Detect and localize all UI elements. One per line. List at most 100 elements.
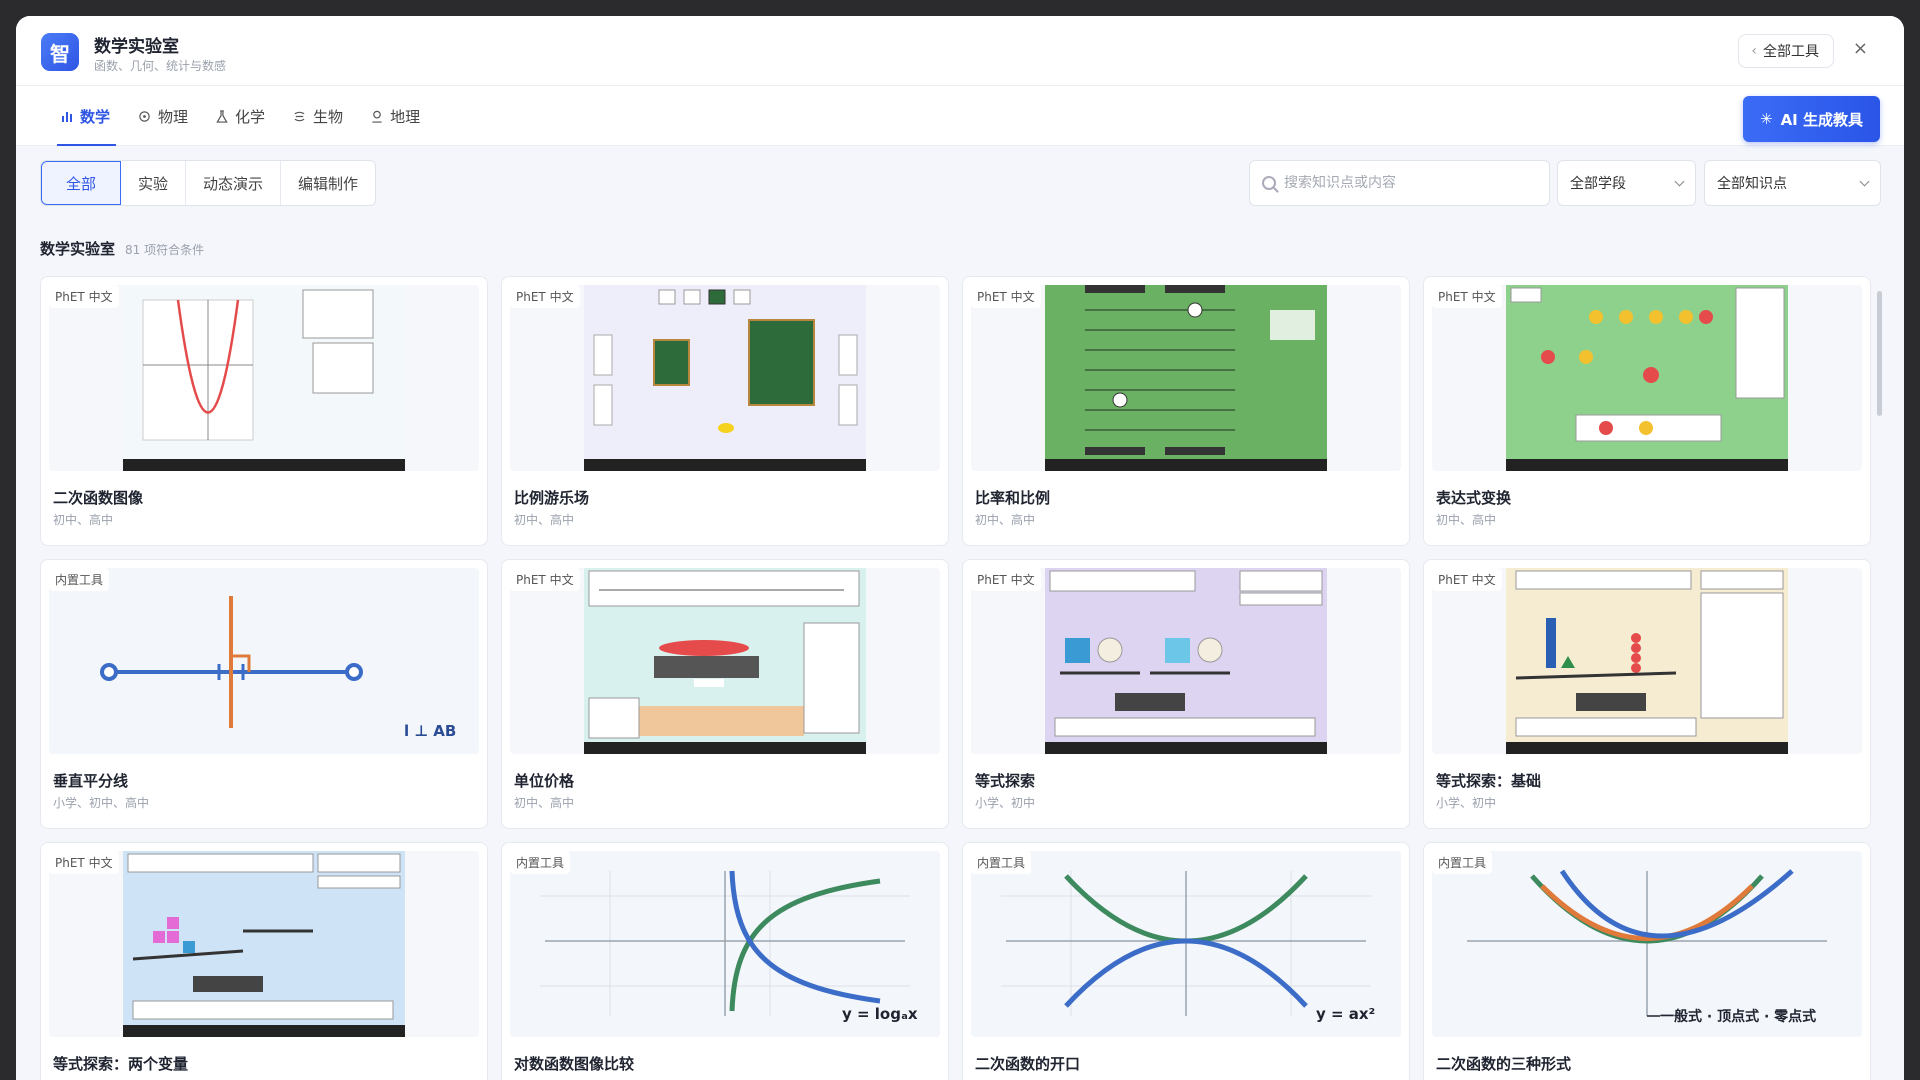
- subject-tabbar: 数学 物理 化学 生物 地理 ✳ AI 生成教具: [16, 86, 1904, 146]
- knowledge-select-value: 全部知识点: [1717, 176, 1787, 192]
- sim-screenshot: [1045, 285, 1327, 471]
- flask-icon: [216, 109, 228, 123]
- tab-math[interactable]: 数学: [51, 86, 122, 146]
- card-thumbnail: [510, 285, 940, 471]
- tool-card[interactable]: PhET 中文 等式探索 小学、初中: [962, 559, 1410, 829]
- source-badge: PhET 中文: [1432, 285, 1502, 308]
- tool-card[interactable]: PhET 中文 表达式变换 初中、高中: [1423, 276, 1871, 546]
- card-thumbnail: [971, 285, 1401, 471]
- quadratic-forms-diagram: 一般式 · 顶点式 · 零点式: [1467, 869, 1827, 1025]
- source-badge: 内置工具: [971, 851, 1032, 874]
- sparkle-icon: ✳: [1760, 110, 1773, 128]
- card-grades: 小学、初中: [975, 796, 1036, 810]
- card-thumbnail: l ⊥ AB: [49, 568, 479, 754]
- card-title: 比率和比例: [975, 489, 1051, 507]
- card-thumbnail: y = logₐx: [510, 851, 940, 1037]
- filter-bar: 全部 实验 动态演示 编辑制作 全部学段 全部知识点: [16, 146, 1904, 220]
- source-badge: 内置工具: [510, 851, 571, 874]
- subject-tabs: 数学 物理 化学 生物 地理: [51, 86, 438, 146]
- card-grades: 初中、高中: [53, 513, 114, 527]
- sim-screenshot: [584, 285, 866, 471]
- knowledge-select[interactable]: 全部知识点: [1704, 160, 1881, 206]
- card-grades: 小学、初中: [1436, 796, 1497, 810]
- sim-screenshot: [1506, 285, 1788, 471]
- card-title: 对数函数图像比较: [514, 1055, 635, 1073]
- source-badge: PhET 中文: [49, 285, 119, 308]
- search-input[interactable]: [1284, 175, 1524, 191]
- card-grades: 初中、高中: [514, 796, 575, 810]
- card-title: 等式探索: [975, 772, 1036, 790]
- search-icon: [1262, 176, 1276, 190]
- segment-experiment[interactable]: 实验: [121, 161, 187, 205]
- tab-label: 生物: [313, 107, 344, 126]
- diagram-label: y = ax²: [1316, 1005, 1375, 1023]
- card-grades: 初中、高中: [514, 513, 575, 527]
- tool-card[interactable]: y = ax² 内置工具 二次函数的开口: [962, 842, 1410, 1080]
- section-header: 数学实验室 81 项符合条件: [40, 238, 204, 259]
- map-pin-icon: [372, 110, 382, 123]
- type-segmented-control: 全部 实验 动态演示 编辑制作: [40, 160, 377, 206]
- source-badge: PhET 中文: [510, 285, 580, 308]
- tab-geography[interactable]: 地理: [361, 86, 432, 146]
- tab-chemistry[interactable]: 化学: [206, 86, 277, 146]
- parabola-opening-diagram: y = ax²: [1001, 871, 1375, 1023]
- app-header: 智 数学实验室 函数、几何、统计与数感 ‹ 全部工具 ×: [16, 16, 1904, 86]
- tool-card[interactable]: l ⊥ AB 内置工具 垂直平分线 小学、初中、高中: [40, 559, 488, 829]
- card-title: 表达式变换: [1436, 489, 1512, 507]
- tab-label: 数学: [80, 107, 111, 126]
- tool-card[interactable]: 一般式 · 顶点式 · 零点式 内置工具 二次函数的三种形式: [1423, 842, 1871, 1080]
- atom-icon: [139, 110, 150, 122]
- card-thumbnail: [49, 285, 479, 471]
- sim-screenshot: [1045, 568, 1327, 754]
- bar-chart-icon: [62, 112, 72, 122]
- card-thumbnail: [510, 568, 940, 754]
- card-grades: 初中、高中: [1436, 513, 1497, 527]
- close-icon[interactable]: ×: [1853, 38, 1868, 59]
- ai-button-label: AI 生成教具: [1780, 110, 1863, 129]
- source-badge: PhET 中文: [49, 851, 119, 874]
- card-title: 垂直平分线: [53, 772, 129, 790]
- card-thumbnail: [1432, 568, 1862, 754]
- card-thumbnail: 一般式 · 顶点式 · 零点式: [1432, 851, 1862, 1037]
- diagram-label: 一般式 · 顶点式 · 零点式: [1660, 1008, 1816, 1025]
- card-thumbnail: [971, 568, 1401, 754]
- segment-animation[interactable]: 动态演示: [186, 161, 282, 205]
- tool-card[interactable]: y = logₐx 内置工具 对数函数图像比较: [501, 842, 949, 1080]
- tool-card[interactable]: PhET 中文 单位价格 初中、高中: [501, 559, 949, 829]
- perpendicular-bisector-diagram: l ⊥ AB: [100, 596, 456, 740]
- segment-editor[interactable]: 编辑制作: [281, 161, 375, 205]
- ai-generate-button[interactable]: ✳ AI 生成教具: [1743, 96, 1880, 142]
- app-title: 数学实验室: [94, 37, 179, 57]
- result-count: 81 项符合条件: [125, 243, 205, 257]
- app-logo: 智: [41, 33, 79, 71]
- card-title: 二次函数的三种形式: [1436, 1055, 1572, 1073]
- tool-card[interactable]: PhET 中文 等式探索：基础 小学、初中: [1423, 559, 1871, 829]
- card-grades: 初中、高中: [975, 513, 1036, 527]
- card-thumbnail: [1432, 285, 1862, 471]
- all-tools-button[interactable]: ‹ 全部工具: [1738, 34, 1834, 68]
- diagram-label: y = logₐx: [842, 1005, 918, 1023]
- scrollbar-thumb[interactable]: [1877, 291, 1882, 416]
- sim-screenshot: [123, 285, 405, 471]
- tool-card[interactable]: PhET 中文 比率和比例 初中、高中: [962, 276, 1410, 546]
- tool-card[interactable]: PhET 中文 二次函数图像 初中、高中: [40, 276, 488, 546]
- tab-biology[interactable]: 生物: [283, 86, 355, 146]
- chevron-left-icon: ‹: [1751, 43, 1757, 59]
- segment-all[interactable]: 全部: [41, 161, 121, 205]
- source-badge: 内置工具: [49, 568, 110, 591]
- tab-label: 地理: [390, 107, 421, 126]
- stage-select[interactable]: 全部学段: [1557, 160, 1696, 206]
- log-function-diagram: y = logₐx: [540, 870, 918, 1023]
- card-title: 二次函数的开口: [975, 1055, 1081, 1073]
- tab-label: 化学: [235, 107, 266, 126]
- card-thumbnail: y = ax²: [971, 851, 1401, 1037]
- chevron-down-icon: [1674, 176, 1685, 186]
- card-title: 等式探索：两个变量: [53, 1055, 189, 1073]
- tab-label: 物理: [158, 107, 189, 126]
- card-title: 单位价格: [514, 772, 575, 790]
- source-badge: PhET 中文: [1432, 568, 1502, 591]
- tab-physics[interactable]: 物理: [128, 86, 200, 146]
- tool-card[interactable]: PhET 中文 比例游乐场 初中、高中: [501, 276, 949, 546]
- tool-card[interactable]: PhET 中文 等式探索：两个变量: [40, 842, 488, 1080]
- chevron-down-icon: [1859, 176, 1870, 186]
